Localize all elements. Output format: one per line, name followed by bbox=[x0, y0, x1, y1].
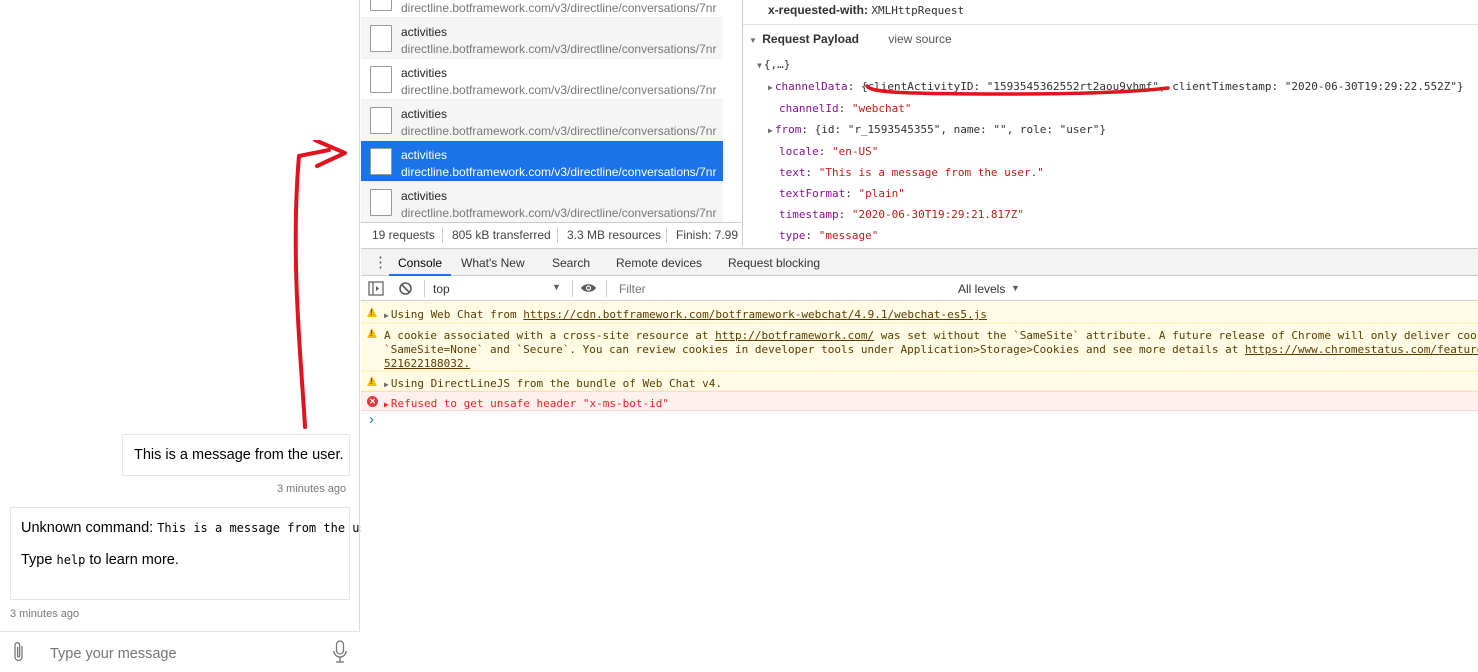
active-tab-indicator bbox=[389, 274, 451, 276]
view-source-link[interactable]: view source bbox=[888, 32, 951, 46]
clear-console-icon[interactable] bbox=[398, 281, 413, 299]
network-request-list: activities directline.botframework.com/v… bbox=[361, 0, 741, 222]
document-icon bbox=[370, 66, 392, 93]
console-link[interactable]: http://botframework.com/ bbox=[715, 329, 874, 342]
request-row-selected[interactable]: activities directline.botframework.com/v… bbox=[361, 141, 723, 182]
request-url: directline.botframework.com/v3/directlin… bbox=[401, 83, 717, 97]
collapse-triangle-icon[interactable]: ▼ bbox=[757, 61, 762, 70]
bot-message-code: This is a message from the user. bbox=[157, 521, 389, 535]
request-name: activities bbox=[401, 25, 448, 39]
bot-help-pre: Type bbox=[21, 552, 57, 568]
request-payload-section[interactable]: ▼ Request Payload view source bbox=[749, 32, 952, 46]
request-row[interactable]: activities directline.botframework.com/v… bbox=[361, 18, 723, 59]
expand-triangle-icon[interactable]: ▶ bbox=[384, 400, 389, 409]
console-error: ✕ ▶ Refused to get unsafe header "x-ms-bo… bbox=[361, 391, 1478, 411]
expand-triangle-icon[interactable]: ▶ bbox=[384, 311, 389, 320]
expand-triangle-icon[interactable]: ▶ bbox=[384, 380, 389, 389]
request-url: directline.botframework.com/v3/directlin… bbox=[401, 165, 717, 179]
tab-whats-new[interactable]: What's New bbox=[461, 256, 525, 270]
request-row[interactable]: activities directline.botframework.com/v… bbox=[361, 59, 723, 100]
sidebar-toggle-icon[interactable] bbox=[368, 281, 384, 299]
warning-icon bbox=[367, 328, 377, 338]
console-link[interactable]: 521622188032. bbox=[384, 357, 470, 370]
warning-icon bbox=[367, 376, 377, 386]
bot-message-bubble: Unknown command: This is a message from … bbox=[10, 507, 388, 600]
request-url: directline.botframework.com/v3/directlin… bbox=[401, 42, 717, 56]
error-icon: ✕ bbox=[367, 396, 378, 407]
request-url: directline.botframework.com/v3/directlin… bbox=[401, 1, 717, 15]
webchat-panel: This is a message from the user. 3 minut… bbox=[0, 0, 388, 672]
request-header-row: x-requested-with: XMLHttpRequest bbox=[768, 3, 964, 17]
payload-field: locale: "en-US" bbox=[779, 145, 879, 158]
payload-field: text: "This is a message from the user." bbox=[779, 166, 1044, 179]
expand-triangle-icon[interactable]: ▶ bbox=[768, 126, 773, 135]
payload-field: timestamp: "2020-06-30T19:29:21.817Z" bbox=[779, 208, 1025, 221]
bot-help-code: help bbox=[56, 553, 86, 567]
request-row[interactable]: activities directline.botframework.com/v… bbox=[361, 0, 723, 18]
console-filter-input[interactable] bbox=[613, 279, 948, 298]
tab-request-blocking[interactable]: Request blocking bbox=[728, 256, 820, 270]
annotation-underline bbox=[865, 84, 1170, 96]
request-details-panel: x-requested-with: XMLHttpRequest ▼ Reque… bbox=[742, 0, 1478, 246]
request-name: activities bbox=[401, 189, 448, 203]
bot-message-timestamp: 3 minutes ago bbox=[10, 608, 80, 620]
payload-field[interactable]: ▶ from: {id: "r_1593545355", name: "", ro… bbox=[757, 119, 1464, 141]
drawer-menu-icon[interactable]: ⋮ bbox=[373, 253, 388, 271]
console-link[interactable]: https://cdn.botframework.com/botframewor… bbox=[523, 308, 987, 321]
request-name: activities bbox=[401, 107, 448, 121]
context-dropdown-icon[interactable]: ▼ bbox=[552, 282, 561, 292]
request-row[interactable]: activities directline.botframework.com/v… bbox=[361, 100, 723, 141]
payload-field: textFormat: "plain" bbox=[779, 187, 905, 200]
header-key: x-requested-with: bbox=[768, 3, 869, 17]
request-url: directline.botframework.com/v3/directlin… bbox=[401, 124, 717, 138]
payload-field: type: "message" bbox=[779, 229, 879, 242]
message-input[interactable] bbox=[50, 646, 310, 662]
devtools-drawer-tabs: ⋮ Console What's New Search Remote devic… bbox=[361, 248, 1478, 276]
tab-search[interactable]: Search bbox=[552, 256, 590, 270]
log-levels-dropdown[interactable]: All levels bbox=[958, 282, 1005, 296]
tab-console[interactable]: Console bbox=[398, 256, 442, 270]
document-icon bbox=[370, 107, 392, 134]
header-value: XMLHttpRequest bbox=[871, 4, 965, 17]
request-name: activities bbox=[401, 66, 448, 80]
user-message-text: This is a message from the user. bbox=[134, 447, 344, 463]
document-icon bbox=[370, 0, 392, 11]
payload-title: Request Payload bbox=[762, 32, 859, 46]
transferred-size: 805 kB transferred bbox=[452, 228, 551, 242]
request-count: 19 requests bbox=[372, 228, 435, 242]
annotation-arrow bbox=[293, 140, 347, 429]
user-message-bubble: This is a message from the user. bbox=[122, 434, 350, 476]
document-icon bbox=[370, 148, 392, 175]
request-name: activities bbox=[401, 148, 448, 162]
expand-triangle-icon[interactable]: ▶ bbox=[768, 83, 773, 92]
console-warning: ▶Using DirectLineJS from the bundle of W… bbox=[361, 371, 1478, 391]
user-message-timestamp: 3 minutes ago bbox=[277, 483, 347, 495]
console-link[interactable]: https://www.chromestatus.com/feature bbox=[1245, 343, 1478, 356]
resources-size: 3.3 MB resources bbox=[567, 228, 662, 242]
payload-field: channelId: "webchat" bbox=[779, 102, 912, 115]
eye-icon[interactable] bbox=[580, 282, 597, 297]
request-row[interactable]: activities directline.botframework.com/v… bbox=[361, 182, 723, 222]
document-icon bbox=[370, 25, 392, 52]
message-composer bbox=[0, 631, 360, 672]
bot-help-post: to learn more. bbox=[85, 552, 179, 568]
console-toolbar: top ▼ All levels ▼ bbox=[361, 277, 1478, 301]
collapse-triangle-icon[interactable]: ▼ bbox=[749, 36, 757, 45]
request-url: directline.botframework.com/v3/directlin… bbox=[401, 206, 717, 220]
console-warning: ▶Using Web Chat from https://cdn.botfram… bbox=[361, 302, 1478, 323]
network-summary-bar: 19 requests 805 kB transferred 3.3 MB re… bbox=[361, 222, 741, 246]
microphone-icon[interactable] bbox=[332, 640, 348, 669]
bot-message-prefix: Unknown command: bbox=[21, 520, 158, 536]
finish-time: Finish: 7.99 bbox=[676, 228, 739, 242]
payload-root[interactable]: ▼ {,…} bbox=[757, 54, 1464, 76]
paperclip-icon[interactable] bbox=[12, 641, 26, 668]
console-warning: A cookie associated with a cross-site re… bbox=[361, 323, 1478, 371]
levels-dropdown-icon[interactable]: ▼ bbox=[1011, 283, 1020, 293]
context-selector[interactable]: top bbox=[433, 282, 450, 296]
warning-icon bbox=[367, 307, 377, 317]
console-prompt[interactable]: › bbox=[369, 411, 374, 428]
console-output: ▶Using Web Chat from https://cdn.botfram… bbox=[361, 301, 1478, 672]
tab-remote-devices[interactable]: Remote devices bbox=[616, 256, 702, 270]
document-icon bbox=[370, 189, 392, 216]
